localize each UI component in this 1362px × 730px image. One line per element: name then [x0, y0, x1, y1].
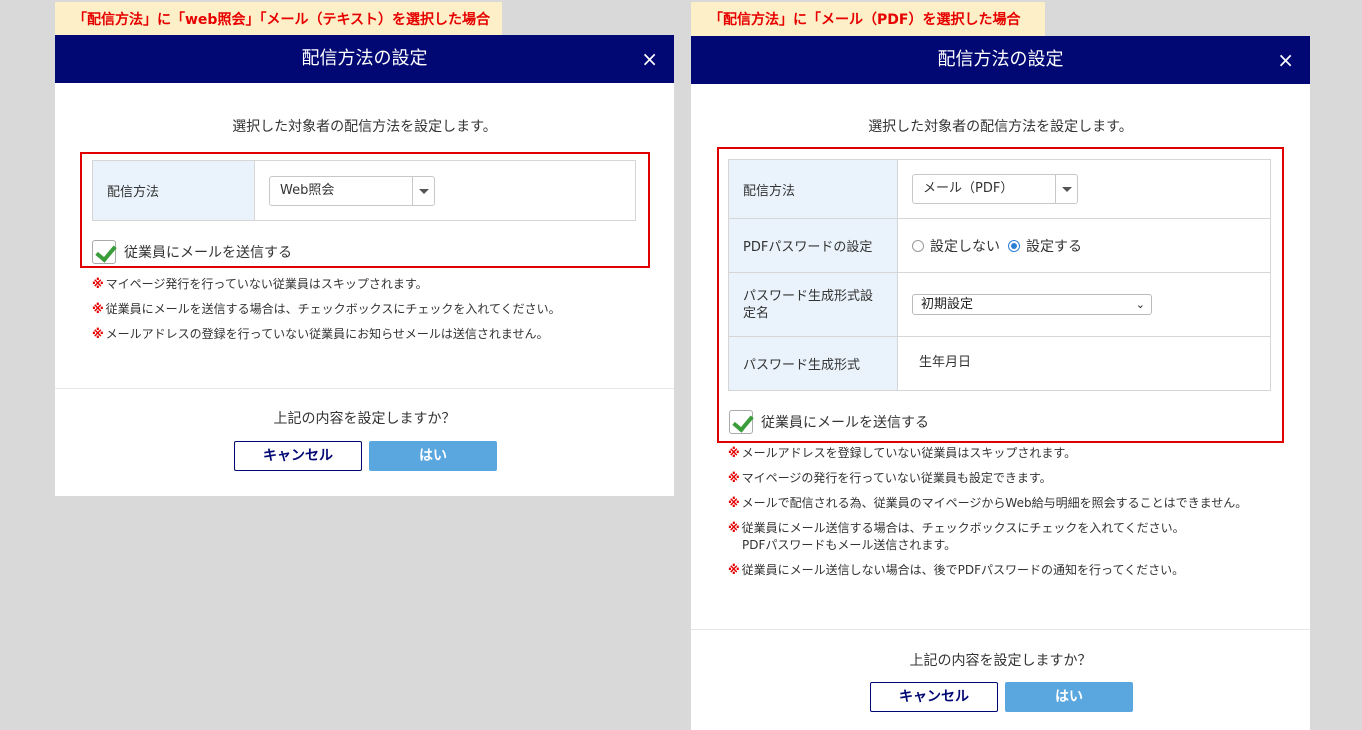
settings-table: 配信方法 Web照会	[92, 160, 636, 221]
pdf-password-label: PDFパスワードの設定	[728, 218, 898, 273]
note-item: ※ 従業員にメール送信する場合は、チェックボックスにチェックを入れてください。 PD…	[728, 521, 1185, 552]
method-select-value: Web照会	[280, 182, 335, 198]
password-format-name-select[interactable]: 初期設定 ⌄	[912, 294, 1152, 315]
method-select[interactable]: Web照会	[269, 175, 435, 206]
intro-text: 選択した対象者の配信方法を設定します。	[868, 119, 1133, 135]
note-item: ※ メールで配信される為、従業員のマイページからWeb給与明細を照会することはでき…	[728, 496, 1248, 510]
password-format-name-value: 初期設定	[921, 297, 974, 312]
note-item: ※ 従業員にメールを送信する場合は、チェックボックスにチェックを入れてください。	[92, 302, 561, 316]
close-icon[interactable]: ×	[641, 35, 658, 83]
yes-button[interactable]: はい	[1005, 682, 1133, 712]
method-label: 配信方法	[92, 160, 255, 221]
send-mail-checkbox-label: 従業員にメールを送信する	[761, 415, 929, 431]
checkmark-icon[interactable]	[729, 410, 753, 434]
chevron-down-icon: ⌄	[1135, 298, 1145, 311]
confirm-text: 上記の内容を設定しますか？	[273, 411, 456, 427]
chevron-down-icon[interactable]	[412, 176, 434, 205]
yes-button[interactable]: はい	[369, 441, 497, 471]
dialog-header: 配信方法の設定 ×	[691, 36, 1310, 84]
note-item: ※ マイページ発行を行っていない従業員はスキップされます。	[92, 277, 428, 291]
left-dialog: 配信方法の設定 × 選択した対象者の配信方法を設定します。 配信方法 Web照会…	[55, 35, 674, 496]
method-select-value: メール（PDF）	[923, 181, 1014, 196]
send-mail-checkbox-row[interactable]: 従業員にメールを送信する	[92, 240, 292, 264]
send-mail-checkbox-row[interactable]: 従業員にメールを送信する	[729, 410, 929, 434]
close-icon[interactable]: ×	[1277, 36, 1294, 84]
cancel-button[interactable]: キャンセル	[870, 682, 998, 712]
note-item: ※ 従業員にメール送信しない場合は、後でPDFパスワードの通知を行ってください。	[728, 563, 1185, 577]
right-caption: 「配信方法」に「メール（PDF）を選択した場合	[691, 2, 1045, 36]
send-mail-checkbox-label: 従業員にメールを送信する	[124, 245, 292, 261]
password-format-value: 生年月日	[897, 336, 1271, 391]
note-item: ※ マイページの発行を行っていない従業員も設定できます。	[728, 471, 1052, 485]
radio-not-set[interactable]	[912, 239, 924, 252]
notes-list: ※ マイページ発行を行っていない従業員はスキップされます。 ※ 従業員にメールを送信…	[92, 276, 561, 351]
radio-set[interactable]	[1008, 239, 1020, 252]
confirm-text: 上記の内容を設定しますか？	[909, 653, 1092, 669]
dialog-title: 配信方法の設定	[937, 49, 1064, 70]
note-item: ※ メールアドレスを登録していない従業員はスキップされます。	[728, 446, 1077, 460]
method-label: 配信方法	[728, 159, 898, 219]
divider	[55, 388, 674, 389]
left-caption: 「配信方法」に「web照会」「メール（テキスト）を選択した場合	[55, 2, 502, 36]
dialog-header: 配信方法の設定 ×	[55, 35, 674, 83]
radio-set-label: 設定する	[1026, 238, 1082, 255]
settings-table: 配信方法 メール（PDF） PDFパスワードの設定 設定しない 設定する パスワ…	[728, 159, 1271, 391]
pdf-password-cell: 設定しない 設定する	[897, 218, 1271, 273]
password-format-name-label: パスワード生成形式設定名	[728, 272, 898, 337]
pdf-password-radio-group: 設定しない 設定する	[912, 236, 1270, 256]
radio-not-set-label: 設定しない	[930, 238, 1000, 255]
method-select[interactable]: メール（PDF）	[912, 174, 1078, 204]
note-item: ※ メールアドレスの登録を行っていない従業員にお知らせメールは送信されません。	[92, 327, 549, 341]
method-cell: Web照会	[254, 160, 636, 221]
method-cell: メール（PDF）	[897, 159, 1271, 219]
password-format-label: パスワード生成形式	[728, 336, 898, 391]
chevron-down-icon[interactable]	[1055, 175, 1077, 203]
divider	[691, 629, 1310, 630]
intro-text: 選択した対象者の配信方法を設定します。	[232, 119, 497, 135]
checkmark-icon[interactable]	[92, 240, 116, 264]
password-format-name-cell: 初期設定 ⌄	[897, 272, 1271, 337]
dialog-title: 配信方法の設定	[301, 48, 428, 69]
cancel-button[interactable]: キャンセル	[234, 441, 362, 471]
right-dialog: 配信方法の設定 × 選択した対象者の配信方法を設定します。 配信方法 メール（P…	[691, 36, 1310, 730]
notes-list: ※ メールアドレスを登録していない従業員はスキップされます。 ※ マイページの発行を…	[728, 445, 1247, 587]
